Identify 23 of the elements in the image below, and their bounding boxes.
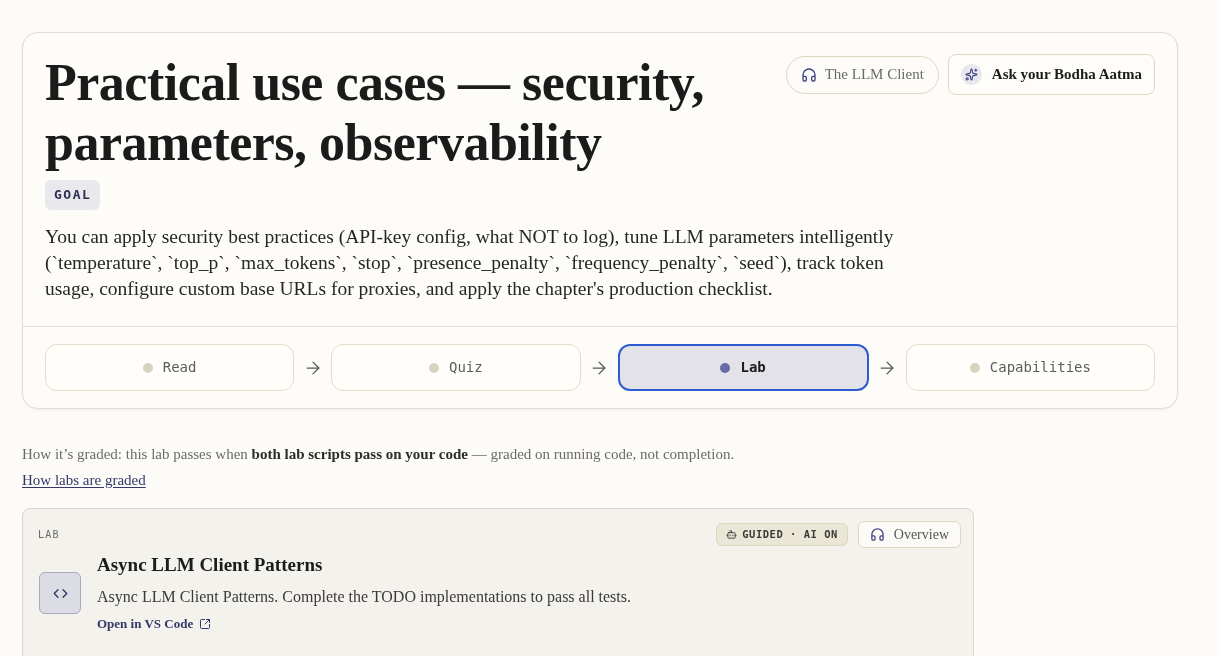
step-tab[interactable]: Read [45, 344, 295, 391]
code-icon [39, 572, 81, 614]
assistant-button[interactable]: Ask your Bodha Aatma [947, 54, 1155, 95]
audio-button[interactable]: The LLM Client [785, 55, 939, 94]
lab-description: Async LLM Client Patterns. Complete the TODO implementations to pass all tests. [97, 587, 631, 607]
step-tab[interactable]: Capabilities [905, 344, 1155, 391]
lab-title: Async LLM Client Patterns [97, 553, 324, 577]
headphones-icon [800, 66, 817, 83]
step-tab[interactable]: Lab [617, 344, 869, 391]
headphones-icon [869, 527, 885, 542]
goal-label: GOAL [45, 180, 101, 210]
step-tab[interactable]: Quiz [331, 344, 581, 391]
grading-link[interactable]: How labs are graded [22, 470, 146, 490]
vscode-link[interactable]: Open in VS Code [97, 615, 631, 633]
goal-description: You can apply security best practices (API-key config, what NOT to log), tune LLM parameters intelligently (`temperature`, `top_p`, `max_tokens`, `stop`, `presence_penalty`, `frequency_penalty`, `seed`), track token usage, configure custom base URLs for proxies, and apply the chapter's production checklist. [45, 225, 895, 301]
external-link-icon [199, 618, 212, 630]
robot-icon [726, 529, 738, 540]
lab-eyebrow: LAB [38, 528, 60, 542]
overview-button[interactable]: Overview [857, 521, 961, 548]
page-title: Practical use cases — security, parameters, observability [45, 53, 705, 173]
mode-label: GUIDED · AI ON [742, 526, 838, 542]
grading-note: How it’s graded: this lab passes when both lab scripts pass on your code — graded on running code, not completion. [22, 445, 736, 464]
sparkle-icon [960, 64, 982, 85]
